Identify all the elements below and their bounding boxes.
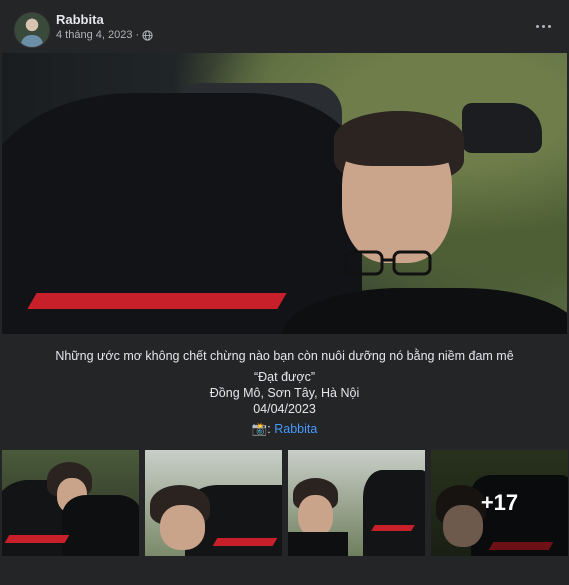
more-photos-count[interactable]: +17 xyxy=(431,450,568,556)
more-horizontal-icon xyxy=(535,24,539,28)
post-card: Rabbita 4 tháng 4, 2023 · Những ước mơ k… xyxy=(0,0,569,585)
caption-location: Đồng Mô, Sơn Tây, Hà Nội xyxy=(209,386,360,400)
credit-link[interactable]: Rabbita xyxy=(274,422,317,436)
photo-thumbnail-4[interactable]: +17 xyxy=(431,450,568,556)
photo-thumbnail-3[interactable] xyxy=(288,450,425,556)
photo-credit: 📸: Rabbita xyxy=(0,422,569,437)
photo-thumbnail-2[interactable] xyxy=(145,450,282,556)
post-meta: 4 tháng 4, 2023 · xyxy=(56,29,153,41)
main-photo[interactable] xyxy=(2,53,567,334)
post-date[interactable]: 4 tháng 4, 2023 xyxy=(56,29,132,41)
caption-line-2: “Đạt được” xyxy=(253,370,316,384)
caption-line-1: Những ước mơ không chết chừng nào bạn cò… xyxy=(55,349,514,363)
author-avatar[interactable] xyxy=(14,12,50,48)
author-name[interactable]: Rabbita xyxy=(56,12,104,27)
camera-icon: 📸: xyxy=(251,422,271,436)
globe-icon[interactable] xyxy=(142,29,153,41)
more-options-button[interactable] xyxy=(531,14,555,38)
caption-date: 04/04/2023 xyxy=(253,402,316,416)
meta-separator: · xyxy=(135,29,140,41)
photo-thumbnail-1[interactable] xyxy=(2,450,139,556)
